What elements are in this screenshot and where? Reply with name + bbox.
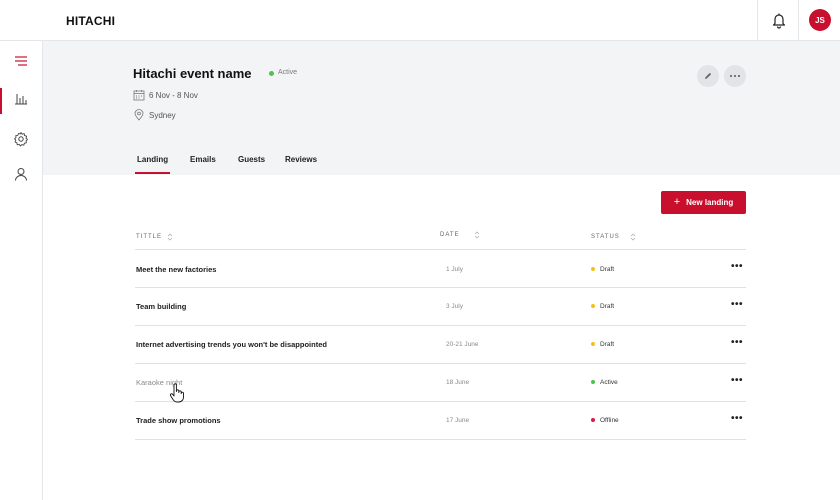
location-pin-icon [134,109,144,121]
pencil-icon [705,72,712,79]
row-date: 17 June [446,417,470,424]
side-rail [0,41,43,500]
divider [798,0,799,40]
sort-icon [630,233,636,241]
divider [135,401,746,402]
event-title: Hitachi event name [133,66,252,81]
status-indicator [269,71,274,76]
status-dot [591,304,595,308]
row-date: 18 June [446,379,470,386]
bell-icon[interactable] [770,11,788,29]
row-status: Active [600,379,618,386]
divider [757,0,758,40]
row-date: 1 July [446,266,463,273]
edit-button[interactable] [697,65,719,87]
row-title[interactable]: Team building [136,302,186,311]
bar-chart-icon[interactable] [13,90,29,106]
row-title[interactable]: Meet the new factories [136,265,216,274]
top-bar: HITACHI JS [0,0,840,41]
new-landing-button[interactable]: + New landing [661,191,746,214]
column-header-status[interactable]: STATUS [591,233,636,241]
row-status: Draft [600,341,615,348]
row-more-button[interactable]: ••• [731,338,743,348]
row-status: Draft [600,266,615,273]
column-header-title[interactable]: TITTLE [136,233,173,241]
row-more-button[interactable]: ••• [731,414,743,424]
status-dot [591,418,595,422]
gear-icon[interactable] [13,131,29,147]
row-title[interactable]: Internet advertising trends you won't be… [136,340,327,349]
row-more-button[interactable]: ••• [731,300,743,310]
divider [135,363,746,364]
event-location: Sydney [149,111,176,120]
active-tab-indicator [135,172,170,174]
divider [135,249,746,250]
more-options-button[interactable] [724,65,746,87]
row-date: 3 July [446,303,463,310]
plus-icon: + [673,196,681,208]
row-more-button[interactable]: ••• [731,376,743,386]
status-dot [591,267,595,271]
divider [135,287,746,288]
tab-reviews[interactable]: Reviews [285,155,317,164]
new-landing-label: New landing [686,198,734,207]
tab-emails[interactable]: Emails [190,155,216,164]
divider [135,439,746,440]
row-title[interactable]: Trade show promotions [136,416,221,425]
hitachi-logo[interactable]: HITACHI [66,14,115,28]
row-date: 20-21 June [446,341,479,348]
event-dates: 6 Nov - 8 Nov [149,91,198,100]
tab-guests[interactable]: Guests [238,155,265,164]
user-icon[interactable] [13,166,29,182]
sort-icon [474,231,479,239]
column-header-date[interactable]: DATE [440,231,480,239]
status-dot [591,342,595,346]
row-more-button[interactable]: ••• [731,262,743,272]
status-dot [591,380,595,384]
more-horizontal-icon [730,75,740,77]
tab-landing[interactable]: Landing [137,155,168,164]
hand-pointer-icon [169,383,184,403]
event-status: Active [278,69,298,76]
list-icon[interactable] [13,53,29,69]
row-status: Draft [600,303,615,310]
active-indicator [0,88,2,114]
divider [135,325,746,326]
calendar-icon [133,90,145,101]
user-avatar[interactable]: JS [809,9,831,31]
row-status: Offline [600,417,619,424]
sort-icon [167,233,173,241]
